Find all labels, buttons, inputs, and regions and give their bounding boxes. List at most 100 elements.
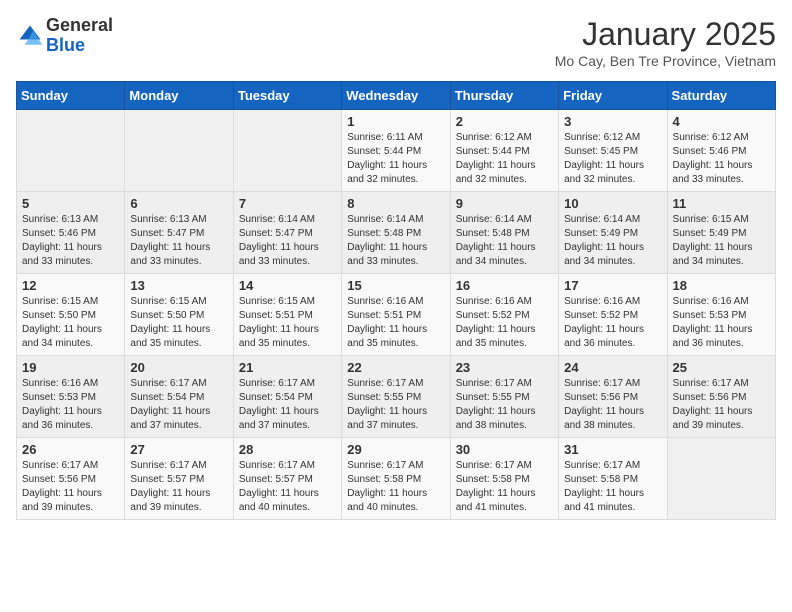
day-number: 25 bbox=[673, 360, 770, 375]
day-info: Sunrise: 6:15 AM Sunset: 5:49 PM Dayligh… bbox=[673, 213, 770, 269]
logo-general-text: General bbox=[46, 16, 113, 36]
day-number: 31 bbox=[564, 442, 661, 457]
calendar-cell: 22 Sunrise: 6:17 AM Sunset: 5:55 PM Dayli… bbox=[342, 356, 450, 438]
day-number: 12 bbox=[22, 278, 119, 293]
day-header-saturday: Saturday bbox=[667, 82, 775, 110]
location-text: Mo Cay, Ben Tre Province, Vietnam bbox=[555, 53, 776, 69]
day-info: Sunrise: 6:17 AM Sunset: 5:56 PM Dayligh… bbox=[564, 377, 661, 433]
calendar-header-row: SundayMondayTuesdayWednesdayThursdayFrid… bbox=[17, 82, 776, 110]
day-header-tuesday: Tuesday bbox=[233, 82, 341, 110]
calendar-week-row: 19Sunrise: 6:16 AM Sunset: 5:53 PM Dayli… bbox=[17, 356, 776, 438]
calendar-cell: 21 Sunrise: 6:17 AM Sunset: 5:54 PM Dayli… bbox=[233, 356, 341, 438]
day-number: 26 bbox=[22, 442, 119, 457]
day-info: Sunrise: 6:13 AM Sunset: 5:47 PM Dayligh… bbox=[130, 213, 227, 269]
day-number: 13 bbox=[130, 278, 227, 293]
calendar-cell: 12 Sunrise: 6:15 AM Sunset: 5:50 PM Dayli… bbox=[17, 274, 125, 356]
calendar-cell bbox=[667, 438, 775, 520]
day-number: 27 bbox=[130, 442, 227, 457]
day-number: 22 bbox=[347, 360, 444, 375]
calendar-cell bbox=[233, 110, 341, 192]
calendar-week-row: 5 Sunrise: 6:13 AM Sunset: 5:46 PM Daylig… bbox=[17, 192, 776, 274]
calendar-week-row: 1 Sunrise: 6:11 AM Sunset: 5:44 PM Daylig… bbox=[17, 110, 776, 192]
calendar-cell: 4 Sunrise: 6:12 AM Sunset: 5:46 PM Daylig… bbox=[667, 110, 775, 192]
day-info: Sunrise: 6:15 AM Sunset: 5:51 PM Dayligh… bbox=[239, 295, 336, 351]
day-number: 18 bbox=[673, 278, 770, 293]
day-info: Sunrise: 6:17 AM Sunset: 5:56 PM Dayligh… bbox=[22, 459, 119, 515]
day-number: 23 bbox=[456, 360, 553, 375]
calendar-cell: 6Sunrise: 6:13 AM Sunset: 5:47 PM Daylig… bbox=[125, 192, 233, 274]
day-info: Sunrise: 6:17 AM Sunset: 5:56 PM Dayligh… bbox=[673, 377, 770, 433]
page-header: General Blue January 2025 Mo Cay, Ben Tr… bbox=[16, 16, 776, 69]
day-number: 14 bbox=[239, 278, 336, 293]
day-header-sunday: Sunday bbox=[17, 82, 125, 110]
day-info: Sunrise: 6:16 AM Sunset: 5:52 PM Dayligh… bbox=[456, 295, 553, 351]
calendar-cell: 1 Sunrise: 6:11 AM Sunset: 5:44 PM Daylig… bbox=[342, 110, 450, 192]
calendar-cell: 17Sunrise: 6:16 AM Sunset: 5:52 PM Dayli… bbox=[559, 274, 667, 356]
day-info: Sunrise: 6:17 AM Sunset: 5:58 PM Dayligh… bbox=[456, 459, 553, 515]
calendar-cell: 20 Sunrise: 6:17 AM Sunset: 5:54 PM Dayli… bbox=[125, 356, 233, 438]
day-info: Sunrise: 6:13 AM Sunset: 5:46 PM Dayligh… bbox=[22, 213, 119, 269]
day-info: Sunrise: 6:16 AM Sunset: 5:53 PM Dayligh… bbox=[673, 295, 770, 351]
day-number: 9 bbox=[456, 196, 553, 211]
day-number: 20 bbox=[130, 360, 227, 375]
day-info: Sunrise: 6:14 AM Sunset: 5:48 PM Dayligh… bbox=[347, 213, 444, 269]
calendar-cell: 26 Sunrise: 6:17 AM Sunset: 5:56 PM Dayli… bbox=[17, 438, 125, 520]
calendar-cell: 18 Sunrise: 6:16 AM Sunset: 5:53 PM Dayli… bbox=[667, 274, 775, 356]
day-number: 16 bbox=[456, 278, 553, 293]
day-header-monday: Monday bbox=[125, 82, 233, 110]
calendar-cell: 29 Sunrise: 6:17 AM Sunset: 5:58 PM Dayli… bbox=[342, 438, 450, 520]
calendar-cell: 10 Sunrise: 6:14 AM Sunset: 5:49 PM Dayli… bbox=[559, 192, 667, 274]
day-number: 29 bbox=[347, 442, 444, 457]
day-number: 8 bbox=[347, 196, 444, 211]
calendar-cell bbox=[125, 110, 233, 192]
day-number: 15 bbox=[347, 278, 444, 293]
calendar-week-row: 12 Sunrise: 6:15 AM Sunset: 5:50 PM Dayli… bbox=[17, 274, 776, 356]
calendar-cell: 19Sunrise: 6:16 AM Sunset: 5:53 PM Dayli… bbox=[17, 356, 125, 438]
day-info: Sunrise: 6:14 AM Sunset: 5:47 PM Dayligh… bbox=[239, 213, 336, 269]
day-header-thursday: Thursday bbox=[450, 82, 558, 110]
calendar-table: SundayMondayTuesdayWednesdayThursdayFrid… bbox=[16, 81, 776, 520]
day-number: 1 bbox=[347, 114, 444, 129]
day-number: 11 bbox=[673, 196, 770, 211]
day-number: 5 bbox=[22, 196, 119, 211]
day-info: Sunrise: 6:11 AM Sunset: 5:44 PM Dayligh… bbox=[347, 131, 444, 187]
calendar-cell: 7 Sunrise: 6:14 AM Sunset: 5:47 PM Daylig… bbox=[233, 192, 341, 274]
day-info: Sunrise: 6:17 AM Sunset: 5:58 PM Dayligh… bbox=[347, 459, 444, 515]
day-number: 28 bbox=[239, 442, 336, 457]
logo-icon bbox=[16, 22, 44, 50]
day-info: Sunrise: 6:16 AM Sunset: 5:52 PM Dayligh… bbox=[564, 295, 661, 351]
day-number: 10 bbox=[564, 196, 661, 211]
calendar-cell: 9 Sunrise: 6:14 AM Sunset: 5:48 PM Daylig… bbox=[450, 192, 558, 274]
calendar-cell: 14 Sunrise: 6:15 AM Sunset: 5:51 PM Dayli… bbox=[233, 274, 341, 356]
day-header-friday: Friday bbox=[559, 82, 667, 110]
calendar-cell: 15Sunrise: 6:16 AM Sunset: 5:51 PM Dayli… bbox=[342, 274, 450, 356]
day-info: Sunrise: 6:14 AM Sunset: 5:48 PM Dayligh… bbox=[456, 213, 553, 269]
calendar-cell: 2Sunrise: 6:12 AM Sunset: 5:44 PM Daylig… bbox=[450, 110, 558, 192]
day-info: Sunrise: 6:15 AM Sunset: 5:50 PM Dayligh… bbox=[22, 295, 119, 351]
calendar-cell: 27Sunrise: 6:17 AM Sunset: 5:57 PM Dayli… bbox=[125, 438, 233, 520]
day-info: Sunrise: 6:17 AM Sunset: 5:58 PM Dayligh… bbox=[564, 459, 661, 515]
day-number: 19 bbox=[22, 360, 119, 375]
day-number: 7 bbox=[239, 196, 336, 211]
day-number: 21 bbox=[239, 360, 336, 375]
day-number: 2 bbox=[456, 114, 553, 129]
calendar-cell: 8 Sunrise: 6:14 AM Sunset: 5:48 PM Daylig… bbox=[342, 192, 450, 274]
calendar-week-row: 26 Sunrise: 6:17 AM Sunset: 5:56 PM Dayli… bbox=[17, 438, 776, 520]
calendar-cell: 25 Sunrise: 6:17 AM Sunset: 5:56 PM Dayli… bbox=[667, 356, 775, 438]
day-number: 24 bbox=[564, 360, 661, 375]
day-info: Sunrise: 6:14 AM Sunset: 5:49 PM Dayligh… bbox=[564, 213, 661, 269]
day-info: Sunrise: 6:17 AM Sunset: 5:55 PM Dayligh… bbox=[347, 377, 444, 433]
day-header-wednesday: Wednesday bbox=[342, 82, 450, 110]
day-info: Sunrise: 6:15 AM Sunset: 5:50 PM Dayligh… bbox=[130, 295, 227, 351]
day-info: Sunrise: 6:12 AM Sunset: 5:46 PM Dayligh… bbox=[673, 131, 770, 187]
calendar-cell: 31 Sunrise: 6:17 AM Sunset: 5:58 PM Dayli… bbox=[559, 438, 667, 520]
calendar-cell: 5 Sunrise: 6:13 AM Sunset: 5:46 PM Daylig… bbox=[17, 192, 125, 274]
day-info: Sunrise: 6:17 AM Sunset: 5:54 PM Dayligh… bbox=[130, 377, 227, 433]
day-info: Sunrise: 6:17 AM Sunset: 5:54 PM Dayligh… bbox=[239, 377, 336, 433]
title-block: January 2025 Mo Cay, Ben Tre Province, V… bbox=[555, 16, 776, 69]
calendar-cell: 28Sunrise: 6:17 AM Sunset: 5:57 PM Dayli… bbox=[233, 438, 341, 520]
day-info: Sunrise: 6:17 AM Sunset: 5:55 PM Dayligh… bbox=[456, 377, 553, 433]
day-number: 4 bbox=[673, 114, 770, 129]
calendar-cell: 24 Sunrise: 6:17 AM Sunset: 5:56 PM Dayli… bbox=[559, 356, 667, 438]
calendar-cell: 11 Sunrise: 6:15 AM Sunset: 5:49 PM Dayli… bbox=[667, 192, 775, 274]
